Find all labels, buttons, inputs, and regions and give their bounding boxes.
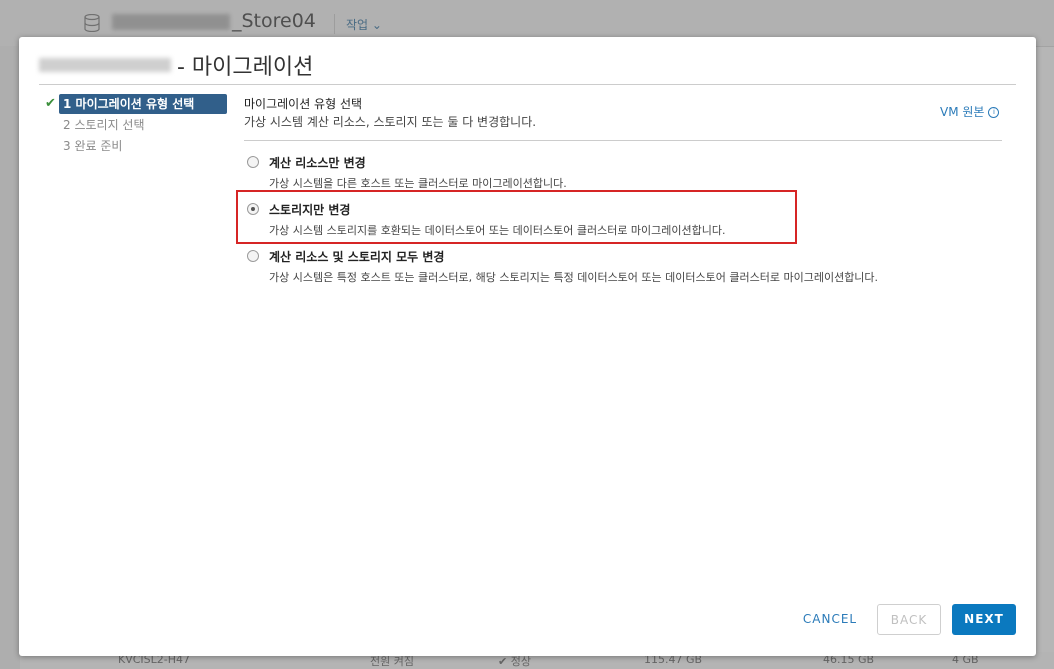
- cancel-button[interactable]: CANCEL: [792, 604, 868, 635]
- header-divider: [39, 84, 1016, 85]
- step-select-storage[interactable]: 2 스토리지 선택: [43, 115, 227, 135]
- checkmark-icon: ✔: [45, 96, 56, 111]
- back-button[interactable]: BACK: [877, 604, 941, 635]
- dialog-title: - 마이그레이션: [177, 55, 314, 80]
- radio-storage-only[interactable]: [247, 203, 259, 215]
- radio-compute-and-storage[interactable]: [247, 250, 259, 262]
- info-icon: i: [988, 107, 1000, 118]
- option-label: 스토리지만 변경: [269, 203, 351, 217]
- wizard-steps: ✔ 1 마이그레이션 유형 선택 2 스토리지 선택 3 완료 준비: [43, 94, 227, 157]
- migrate-dialog: - 마이그레이션 ✔ 1 마이그레이션 유형 선택 2 스토리지 선택 3 완료…: [19, 37, 1036, 656]
- next-button[interactable]: NEXT: [952, 604, 1016, 635]
- radio-compute-only[interactable]: [247, 156, 259, 168]
- section-subtitle: 가상 시스템 계산 리소스, 스토리지 또는 둘 다 변경합니다.: [244, 115, 537, 129]
- step-label: 3 완료 준비: [63, 139, 123, 153]
- step-ready-to-complete[interactable]: 3 완료 준비: [43, 136, 227, 156]
- content-divider: [244, 140, 1002, 141]
- option-description: 가상 시스템은 특정 호스트 또는 클러스터로, 해당 스토리지는 특정 데이터…: [269, 271, 879, 284]
- option-description: 가상 시스템 스토리지를 호환되는 데이터스토어 또는 데이터스토어 클러스터로…: [269, 224, 726, 237]
- section-title: 마이그레이션 유형 선택: [244, 97, 363, 111]
- option-label: 계산 리소스 및 스토리지 모두 변경: [269, 250, 445, 264]
- step-content: 마이그레이션 유형 선택 가상 시스템 계산 리소스, 스토리지 또는 둘 다 …: [244, 95, 1002, 131]
- step-label: 1 마이그레이션 유형 선택: [63, 97, 195, 111]
- step-label: 2 스토리지 선택: [63, 118, 145, 132]
- vm-origin-label: VM 원본: [940, 105, 985, 119]
- step-select-migration-type[interactable]: ✔ 1 마이그레이션 유형 선택: [45, 94, 227, 114]
- dialog-header: - 마이그레이션: [39, 49, 313, 81]
- option-description: 가상 시스템을 다른 호스트 또는 클러스터로 마이그레이션합니다.: [269, 177, 567, 190]
- vm-origin-link[interactable]: VM 원본 i: [940, 103, 1000, 120]
- option-label: 계산 리소스만 변경: [269, 156, 366, 170]
- redacted-vm-name: [39, 58, 171, 72]
